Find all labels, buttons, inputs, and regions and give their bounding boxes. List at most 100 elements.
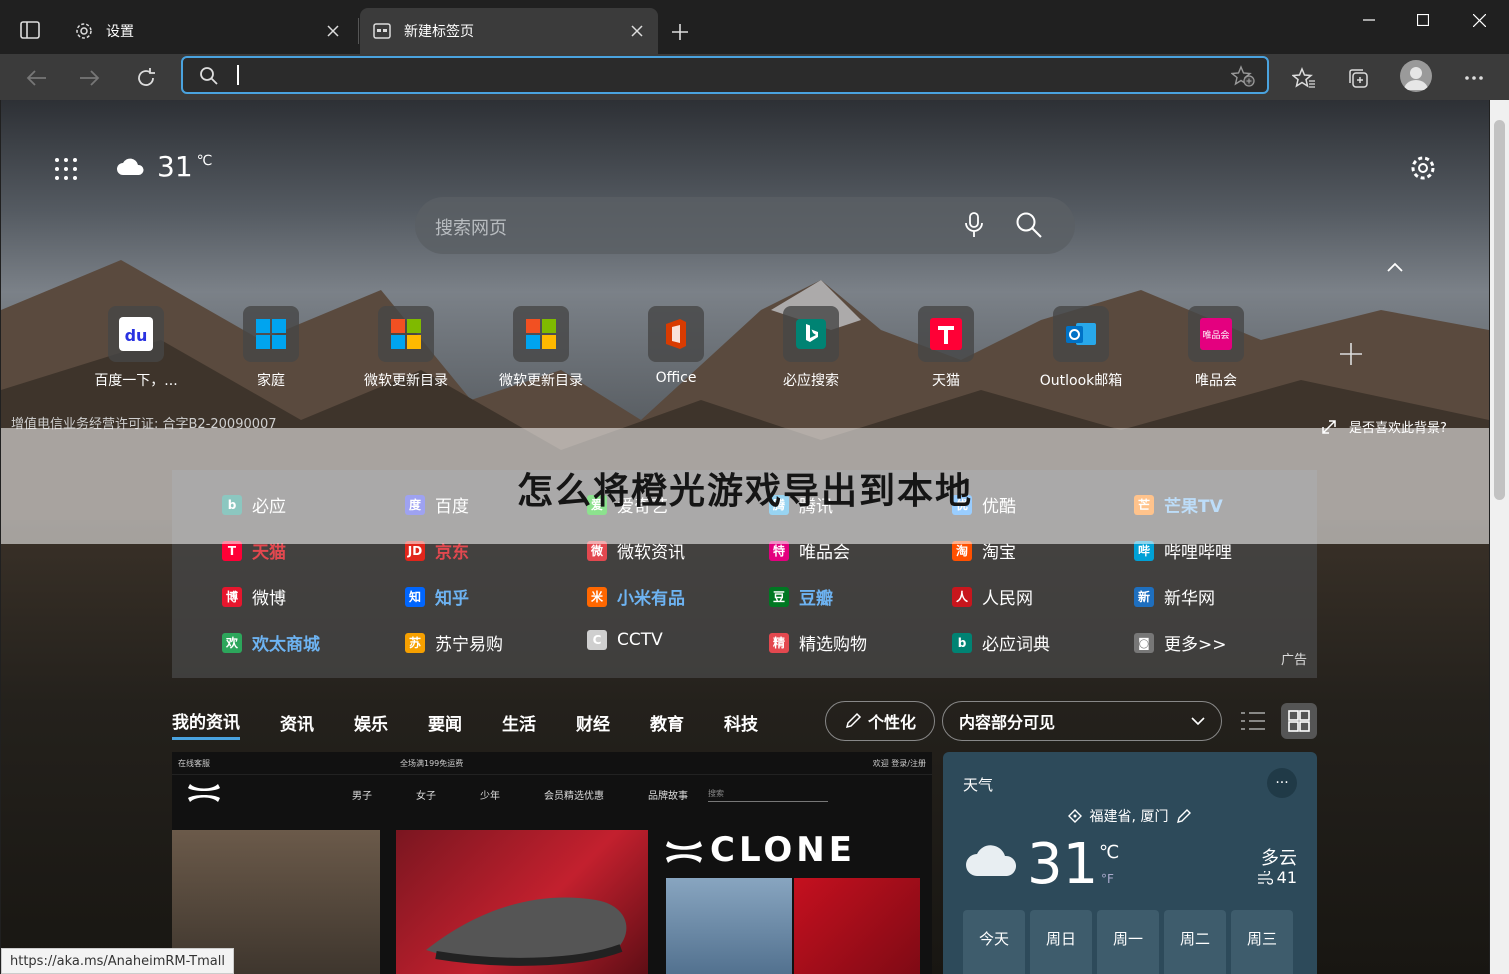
cloud-icon	[117, 158, 144, 175]
weather-condition: 多云	[1261, 848, 1297, 869]
link-item[interactable]: 欢欢太商城	[222, 630, 320, 655]
microphone-icon[interactable]	[963, 211, 985, 243]
web-search-box[interactable]: 搜索网页	[415, 197, 1075, 254]
weather-card[interactable]: 天气 ··· 福建省, 厦门 31 ℃ °F 多云 41 今天 周日 周一 周二 周三	[943, 752, 1317, 974]
toolbar	[0, 54, 1509, 100]
link-item[interactable]: 精精选购物	[769, 630, 867, 655]
page-scrollbar[interactable]	[1490, 100, 1509, 974]
tab-new-tab[interactable]: 新建标签页	[360, 8, 658, 54]
forecast-day[interactable]: 周三	[1231, 910, 1293, 974]
ad-strip-left: 在线客服	[178, 758, 210, 768]
refresh-button[interactable]	[128, 60, 164, 96]
ad-image-runners	[666, 878, 792, 974]
more-menu-icon[interactable]	[1456, 60, 1492, 96]
favorites-icon[interactable]	[1286, 60, 1322, 96]
personalize-button[interactable]: 个性化	[825, 701, 935, 741]
content-visibility-value: 内容部分可见	[959, 713, 1056, 732]
link-item[interactable]: 米小米有品	[587, 584, 685, 609]
news-tab[interactable]: 生活	[502, 710, 536, 739]
link-favicon-icon: 知	[405, 586, 425, 607]
add-favorite-icon[interactable]	[1230, 65, 1255, 91]
tab-actions-icon[interactable]	[18, 18, 42, 42]
link-item[interactable]: C CCTV	[587, 630, 663, 650]
link-item[interactable]: b 必应词典	[952, 630, 1050, 655]
link-item[interactable]: 知知乎	[405, 584, 469, 609]
search-placeholder: 搜索网页	[435, 218, 507, 239]
pencil-icon[interactable]	[1176, 808, 1192, 824]
link-item[interactable]: 豆豆瓣	[769, 584, 833, 609]
link-favicon-icon: 豆	[769, 586, 789, 607]
quick-link[interactable]: 必应搜索	[746, 306, 876, 390]
app-launcher-icon[interactable]	[53, 156, 79, 182]
news-tab[interactable]: 要闻	[428, 710, 462, 739]
gear-icon	[74, 21, 94, 41]
link-item[interactable]: 苏苏宁易购	[405, 630, 503, 655]
quick-link[interactable]: Office	[611, 306, 741, 386]
link-item[interactable]: 新新华网	[1134, 584, 1215, 609]
forecast-day[interactable]: 今天	[963, 910, 1025, 974]
weather-location[interactable]: 福建省, 厦门	[943, 806, 1317, 826]
grid-view-icon[interactable]	[1281, 703, 1317, 739]
tab-settings[interactable]: 设置	[62, 8, 354, 54]
weather-unit-c[interactable]: ℃	[1099, 842, 1119, 863]
quick-link[interactable]: 天猫	[881, 306, 1011, 390]
minimize-button[interactable]	[1341, 0, 1397, 40]
news-tab[interactable]: 财经	[576, 710, 610, 739]
address-bar[interactable]	[181, 56, 1269, 94]
link-label: 更多>>	[1164, 635, 1227, 655]
quick-link[interactable]: du 百度一下，...	[71, 306, 201, 390]
news-tab[interactable]: 教育	[650, 710, 684, 739]
search-icon[interactable]	[1015, 211, 1043, 243]
forward-button[interactable]	[72, 60, 108, 96]
quick-link-label: 天猫	[932, 373, 960, 389]
ad-top-strip: 在线客服 全场满199免运费 欢迎 登录/注册	[172, 752, 932, 774]
link-label: 知乎	[435, 589, 469, 609]
quick-link[interactable]: 微软更新目录	[341, 306, 471, 390]
back-button[interactable]	[18, 60, 54, 96]
profile-avatar[interactable]	[1400, 60, 1432, 92]
close-icon[interactable]	[622, 16, 652, 46]
link-item[interactable]: ◙ 更多>>	[1134, 630, 1227, 655]
title-bar: 设置 新建标签页	[0, 0, 1509, 54]
list-view-icon[interactable]	[1239, 708, 1267, 738]
under-armour-logo-icon	[666, 840, 702, 863]
wind-icon	[1257, 870, 1273, 885]
add-quick-link-icon[interactable]	[1337, 340, 1365, 368]
chevron-down-icon	[1189, 712, 1207, 734]
outlook-icon	[1053, 306, 1109, 362]
quick-link[interactable]: 唯品会 唯品会	[1151, 306, 1281, 390]
maximize-button[interactable]	[1395, 0, 1451, 40]
ad-card[interactable]: 在线客服 全场满199免运费 欢迎 登录/注册 男子 女子 少年 会员精选优惠 …	[172, 752, 932, 974]
news-tab[interactable]: 资讯	[280, 710, 314, 739]
weather-aqi-value: 41	[1276, 868, 1297, 887]
chevron-up-icon[interactable]	[1383, 256, 1407, 280]
new-tab-page: 31 ℃ 搜索网页 du 百度一下，... 家庭 微软更新目录 微软更新目录 O…	[1, 100, 1489, 974]
ad-label: 广告	[1280, 653, 1307, 668]
news-tab[interactable]: 科技	[724, 710, 758, 739]
new-tab-button[interactable]	[664, 16, 696, 48]
quick-link[interactable]: Outlook邮箱	[1016, 306, 1146, 390]
link-item[interactable]: 博微博	[222, 584, 286, 609]
ad-menu-item: 会员精选优惠	[544, 791, 604, 802]
collections-icon[interactable]	[1340, 60, 1376, 96]
quick-link-label: 百度一下，...	[94, 373, 178, 389]
quick-link-label: 微软更新目录	[364, 373, 448, 389]
news-tab[interactable]: 我的资讯	[172, 708, 240, 740]
quick-link[interactable]: 家庭	[206, 306, 336, 390]
forecast-day[interactable]: 周日	[1030, 910, 1092, 974]
close-icon[interactable]	[318, 16, 348, 46]
quick-link[interactable]: 微软更新目录	[476, 306, 606, 390]
link-item[interactable]: 人人民网	[952, 584, 1033, 609]
forecast-day[interactable]: 周一	[1097, 910, 1159, 974]
tab-divider	[358, 18, 359, 44]
weather-mini[interactable]: 31 ℃	[115, 150, 212, 183]
more-options-icon[interactable]: ···	[1267, 768, 1297, 798]
page-settings-icon[interactable]	[1409, 154, 1437, 182]
news-tab[interactable]: 娱乐	[354, 710, 388, 739]
weather-unit-f[interactable]: °F	[1101, 872, 1114, 886]
content-visibility-select[interactable]: 内容部分可见	[942, 701, 1222, 741]
window-close-button[interactable]	[1451, 0, 1507, 40]
forecast-day[interactable]: 周二	[1164, 910, 1226, 974]
scrollbar-thumb[interactable]	[1494, 120, 1505, 500]
link-favicon-icon: 苏	[405, 632, 425, 653]
